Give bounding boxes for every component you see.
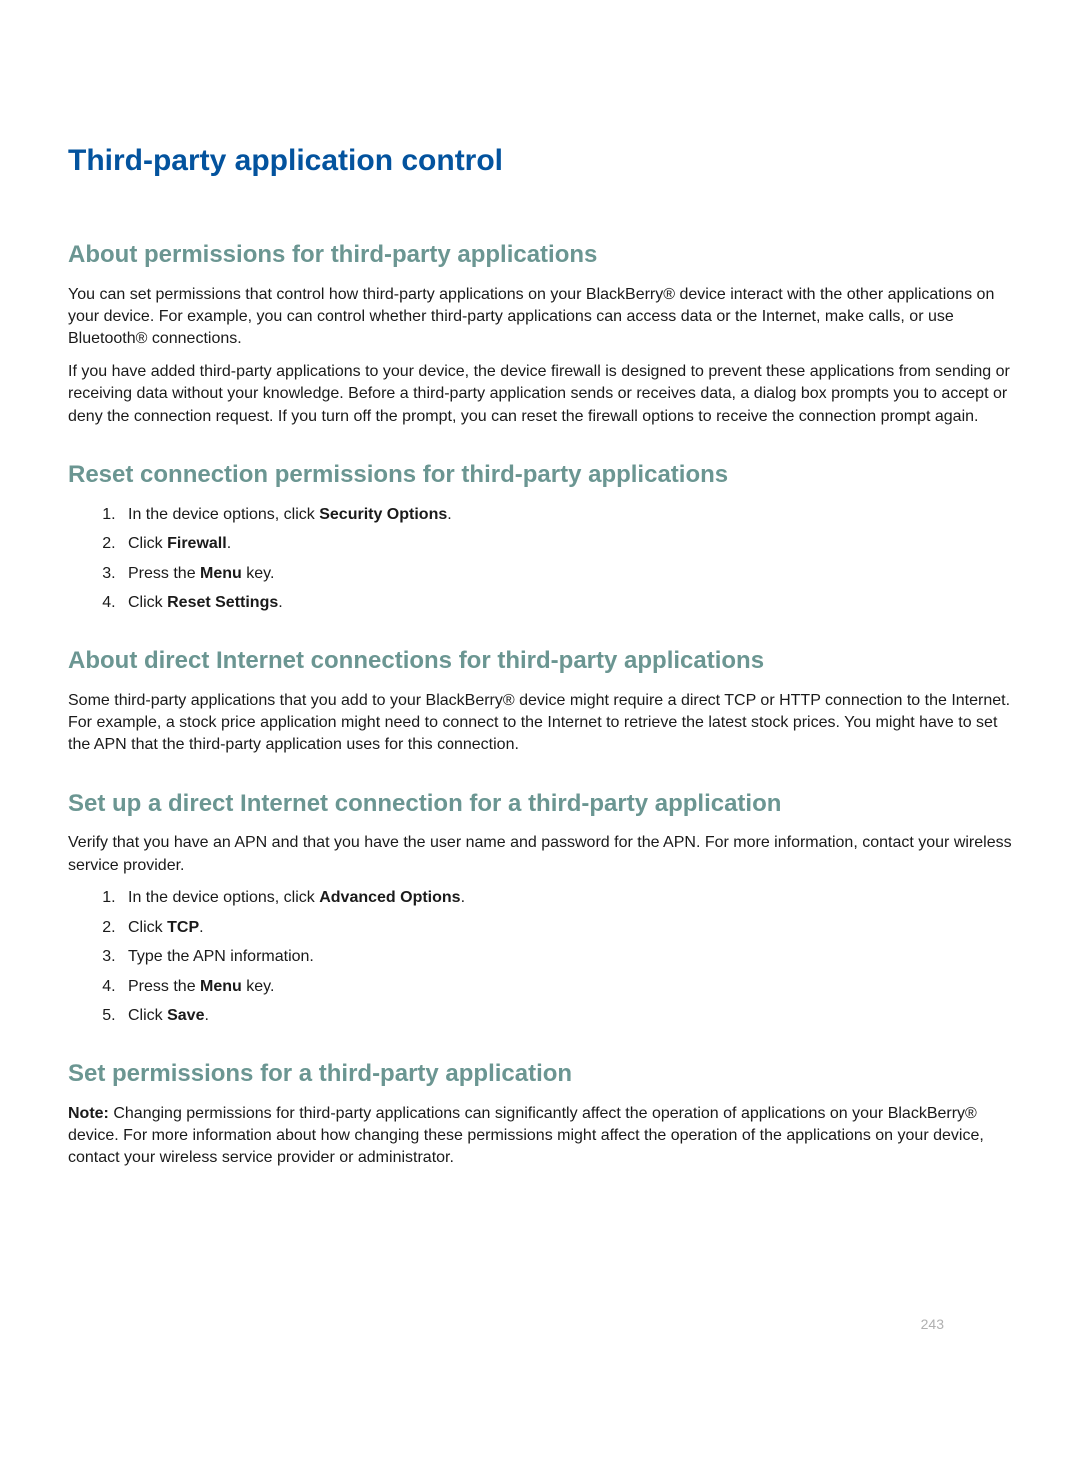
ordered-list: In the device options, click Security Op… xyxy=(120,504,1012,614)
paragraph: Verify that you have an APN and that you… xyxy=(68,832,1012,877)
list-item: In the device options, click Security Op… xyxy=(120,504,1012,526)
list-item: Press the Menu key. xyxy=(120,976,1012,998)
list-item: Press the Menu key. xyxy=(120,563,1012,585)
section-title-set-permissions: Set permissions for a third-party applic… xyxy=(68,1057,1012,1091)
list-item: Type the APN information. xyxy=(120,946,1012,968)
section-title-reset-connection: Reset connection permissions for third-p… xyxy=(68,458,1012,492)
paragraph: If you have added third-party applicatio… xyxy=(68,361,1012,428)
list-item: Click TCP. xyxy=(120,917,1012,939)
paragraph: Note: Changing permissions for third-par… xyxy=(68,1103,1012,1170)
list-item: Click Reset Settings. xyxy=(120,592,1012,614)
document-page: Third-party application control About pe… xyxy=(68,140,1012,1436)
list-item: Click Firewall. xyxy=(120,533,1012,555)
section-title-about-direct-internet: About direct Internet connections for th… xyxy=(68,644,1012,678)
paragraph: You can set permissions that control how… xyxy=(68,284,1012,351)
list-item: In the device options, click Advanced Op… xyxy=(120,887,1012,909)
list-item: Click Save. xyxy=(120,1005,1012,1027)
page-number: 243 xyxy=(921,1315,944,1335)
main-title: Third-party application control xyxy=(68,140,1012,182)
ordered-list: In the device options, click Advanced Op… xyxy=(120,887,1012,1027)
section-title-about-permissions: About permissions for third-party applic… xyxy=(68,238,1012,272)
section-title-setup-direct-internet: Set up a direct Internet connection for … xyxy=(68,787,1012,821)
paragraph: Some third-party applications that you a… xyxy=(68,690,1012,757)
